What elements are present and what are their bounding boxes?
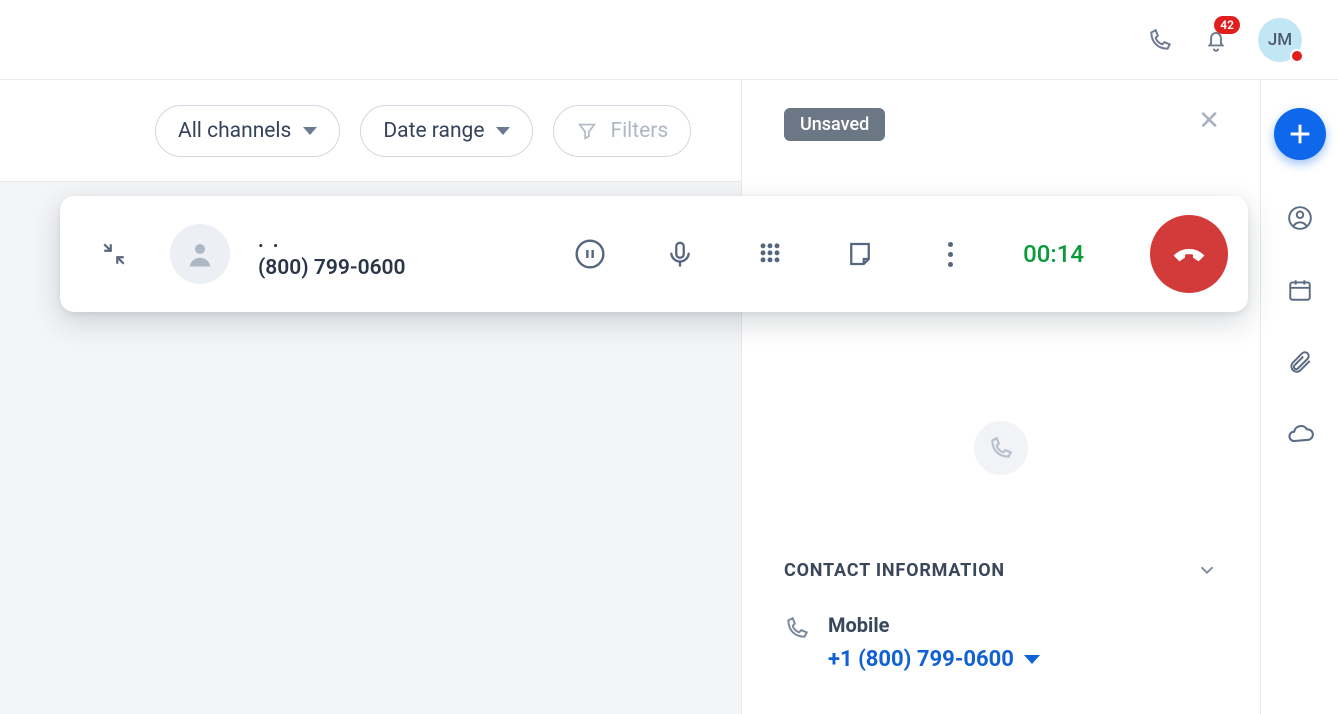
phone-number-text: +1 (800) 799-0600: [828, 647, 1014, 672]
filters-label: Filters: [610, 119, 668, 143]
dialpad-icon: [756, 240, 784, 268]
phone-type-label: Mobile: [828, 613, 1040, 637]
collapse-icon: [101, 241, 127, 267]
sticky-note-icon: [845, 239, 875, 269]
status-chip: Unsaved: [784, 108, 885, 141]
minimize-call-button[interactable]: [94, 234, 134, 274]
add-button[interactable]: [1274, 108, 1326, 160]
funnel-icon: [576, 120, 598, 142]
caller-name: . .: [258, 228, 406, 252]
date-range-label: Date range: [383, 119, 484, 143]
paperclip-icon: [1287, 349, 1313, 375]
rail-attachment-button[interactable]: [1286, 348, 1314, 376]
filter-bar: All channels Date range Filters: [0, 80, 741, 182]
pause-circle-icon: [574, 238, 606, 270]
contact-phone-block: Mobile +1 (800) 799-0600: [784, 613, 1218, 672]
notification-count-badge: 42: [1214, 16, 1240, 34]
close-detail-button[interactable]: ✕: [1198, 108, 1220, 134]
rail-cloud-button[interactable]: [1286, 420, 1314, 448]
note-button[interactable]: [843, 237, 877, 271]
header-phone-button[interactable]: [1146, 26, 1174, 54]
user-avatar[interactable]: JM: [1258, 18, 1302, 62]
chevron-down-icon: [303, 127, 317, 135]
contact-phone-bubble[interactable]: [974, 421, 1028, 475]
notifications-button[interactable]: 42: [1202, 26, 1230, 54]
phone-number-link[interactable]: +1 (800) 799-0600: [828, 647, 1040, 672]
caller-info: . . (800) 799-0600: [258, 228, 406, 280]
detail-panel: Unsaved ✕ CONTACT INFORMATION: [742, 80, 1260, 714]
rail-contact-button[interactable]: [1286, 204, 1314, 232]
phone-icon: [784, 615, 810, 641]
caller-number: (800) 799-0600: [258, 256, 406, 280]
more-actions-button[interactable]: [933, 237, 967, 271]
microphone-icon: [665, 239, 695, 269]
hangup-icon: [1170, 235, 1208, 273]
mute-button[interactable]: [663, 237, 697, 271]
right-rail: [1260, 80, 1338, 714]
rail-calendar-button[interactable]: [1286, 276, 1314, 304]
phone-icon: [988, 435, 1014, 461]
caller-avatar: [170, 224, 230, 284]
hold-button[interactable]: [573, 237, 607, 271]
contact-info-title: CONTACT INFORMATION: [784, 560, 1005, 581]
active-call-bar: . . (800) 799-0600 00:14: [60, 196, 1248, 312]
contact-info-header[interactable]: CONTACT INFORMATION: [784, 559, 1218, 581]
filters-button[interactable]: Filters: [553, 105, 691, 157]
top-header: 42 JM: [0, 0, 1338, 80]
person-circle-icon: [1287, 205, 1313, 231]
left-column: All channels Date range Filters: [0, 80, 742, 714]
chevron-down-icon: [1196, 559, 1218, 581]
dialpad-button[interactable]: [753, 237, 787, 271]
cloud-icon: [1286, 420, 1314, 448]
avatar-status-dot: [1290, 49, 1304, 63]
plus-icon: [1286, 120, 1314, 148]
channels-filter[interactable]: All channels: [155, 105, 340, 157]
hangup-button[interactable]: [1150, 215, 1228, 293]
avatar-initials: JM: [1268, 30, 1292, 50]
call-timer: 00:14: [1023, 240, 1084, 268]
person-icon: [185, 239, 215, 269]
more-vertical-icon: [948, 242, 953, 267]
calendar-icon: [1287, 277, 1313, 303]
chevron-down-icon: [1024, 655, 1040, 664]
main-area: All channels Date range Filters Unsaved …: [0, 80, 1338, 714]
date-range-filter[interactable]: Date range: [360, 105, 533, 157]
channels-filter-label: All channels: [178, 119, 291, 143]
chevron-down-icon: [496, 127, 510, 135]
